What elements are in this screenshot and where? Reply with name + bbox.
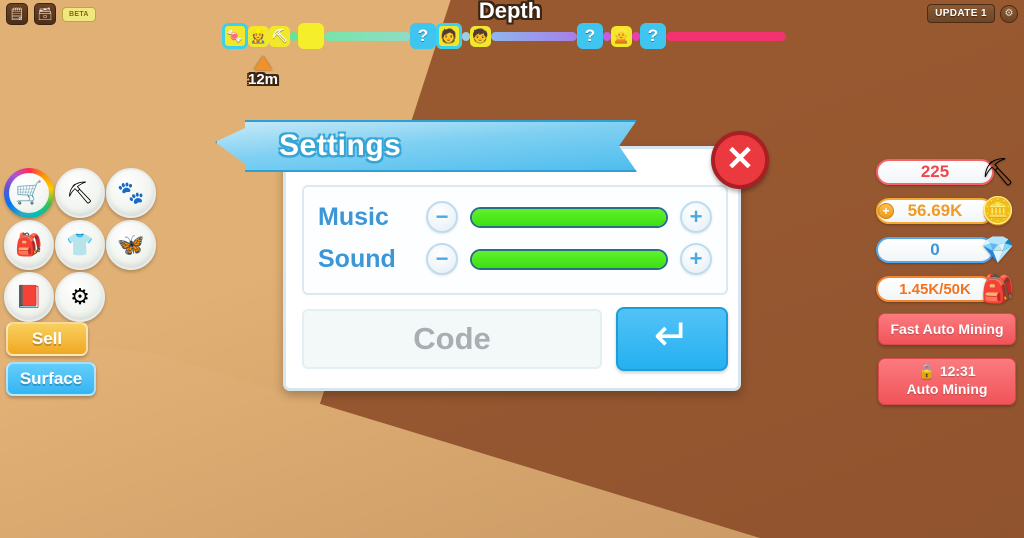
auto-mining-timer-line: 🔒 12:31 [879,363,1015,381]
gems-stat: 0 💎 [876,234,1016,267]
depth-node-unknown-2[interactable]: ? [577,23,603,49]
settings-gear-icon[interactable]: ⚙ [55,272,105,322]
lock-icon: 🔒 [918,363,936,379]
depth-node-pick[interactable]: ⛏ [269,25,290,47]
depth-marker-value: 12m [248,71,279,88]
depth-node-candy[interactable]: 🍬 [222,23,248,49]
depth-title-wrap: Depth [420,0,600,24]
fast-auto-mining-button[interactable]: Fast Auto Mining [878,313,1016,345]
sound-row: Sound − + [318,238,712,280]
depth-node-unknown-1[interactable]: ? [410,23,436,49]
depth-node-miner[interactable]: 👷 [248,25,269,47]
depth-bar-segment [491,31,577,41]
code-input[interactable]: Code [302,309,602,369]
beta-badge: BETA [62,6,96,22]
depth-bar-segment [324,31,410,41]
strength-stat-pill: 225 [876,159,994,185]
shirt-icon[interactable]: 👕 [55,220,105,270]
auto-mining-timer: 12:31 [939,363,976,379]
depth-bar-segment [290,31,298,41]
update-group: UPDATE 1 ⚙ [927,4,1018,23]
chest-icon[interactable]: 🗃 [34,3,56,25]
sound-label: Sound [318,244,396,273]
music-row: Music − + [318,196,712,238]
gems-stat-pill: 0 [876,237,994,263]
close-button[interactable]: ✕ [711,131,769,189]
depth-bar-segment [603,31,611,41]
coins-stat: 56.69K + 🪙 [876,195,1016,228]
sound-increase-button[interactable]: + [680,243,712,275]
music-increase-button[interactable]: + [680,201,712,233]
update-badge[interactable]: UPDATE 1 [927,4,995,23]
depth-node-unknown-3[interactable]: ? [640,23,666,49]
music-slider-fill [472,208,666,226]
wings-icon[interactable]: 🦋 [106,220,156,270]
depth-marker: 12m [248,56,278,88]
shop-icon[interactable]: 🛒 [4,168,54,218]
gear-icon[interactable]: ⚙ [1000,4,1018,23]
game-screen: 🗒 🗃 BETA UPDATE 1 ⚙ Depth 🍬 👷 ⛏? 🧑 🧒? 👱? 12m … [0,0,1024,538]
capacity-stat: 1.45K/50K 🎒 [876,273,1016,306]
sound-slider[interactable] [470,248,668,270]
hud-stats: 225 ⛏ 56.69K + 🪙 0 💎 1.45K/50K 🎒 [876,156,1016,312]
music-slider[interactable] [470,206,668,228]
top-left-icon-group: 🗒 🗃 BETA [6,3,96,25]
coins-stat-icon: 🪙 [981,196,1015,226]
auto-mining-button[interactable]: 🔒 12:31 Auto Mining [878,358,1016,405]
music-decrease-button[interactable]: − [426,201,458,233]
notes-icon[interactable]: 🗒 [6,3,28,25]
sound-decrease-button[interactable]: − [426,243,458,275]
music-label: Music [318,202,389,231]
index-book-icon[interactable]: 📕 [4,272,54,322]
capacity-stat-icon: 🎒 [981,274,1015,304]
strength-stat: 225 ⛏ [876,156,1016,189]
settings-panel: Music − + Sound − + Code ↵ [283,146,741,391]
capacity-stat-pill: 1.45K/50K [876,276,994,302]
depth-title: Depth [478,0,542,23]
surface-button[interactable]: Surface [6,362,96,396]
gems-stat-icon: 💎 [981,235,1015,265]
depth-node-char-3[interactable]: 👱 [611,25,632,47]
backpack-icon[interactable]: 🎒 [4,220,54,270]
depth-node-char-2[interactable]: 🧒 [470,25,491,47]
depth-bar-segment [462,31,470,41]
sound-slider-fill [472,250,666,268]
settings-title-ribbon: Settings [215,120,637,172]
pets-paw-icon[interactable]: 🐾 [106,168,156,218]
strength-stat-icon: ⛏ [980,157,1016,187]
sidebar-icon-grid[interactable]: 🛒 ⛏ 🐾 🎒 👕 🦋 📕 ⚙ [4,168,156,322]
close-icon: ✕ [725,139,755,178]
auto-mining-label: Auto Mining [906,380,988,397]
coins-stat-add-button[interactable]: + [878,203,894,219]
sell-button[interactable]: Sell [6,322,88,356]
pickaxe-icon[interactable]: ⛏ [55,168,105,218]
code-redeem-row: Code ↵ [302,307,728,371]
shop-icon-glyph: 🛒 [9,173,49,213]
settings-title: Settings [279,129,402,162]
depth-marker-triangle-icon [254,56,272,70]
enter-arrow-icon: ↵ [653,311,691,360]
depth-node-char-1[interactable]: 🧑 [436,23,462,49]
depth-progress-bar[interactable]: 🍬 👷 ⛏? 🧑 🧒? 👱? [222,22,786,50]
depth-bar-segment [632,31,640,41]
audio-settings-box: Music − + Sound − + [302,185,728,295]
depth-node-blank[interactable] [298,23,324,49]
depth-bar-segment [666,31,786,41]
code-submit-button[interactable]: ↵ [616,307,728,371]
